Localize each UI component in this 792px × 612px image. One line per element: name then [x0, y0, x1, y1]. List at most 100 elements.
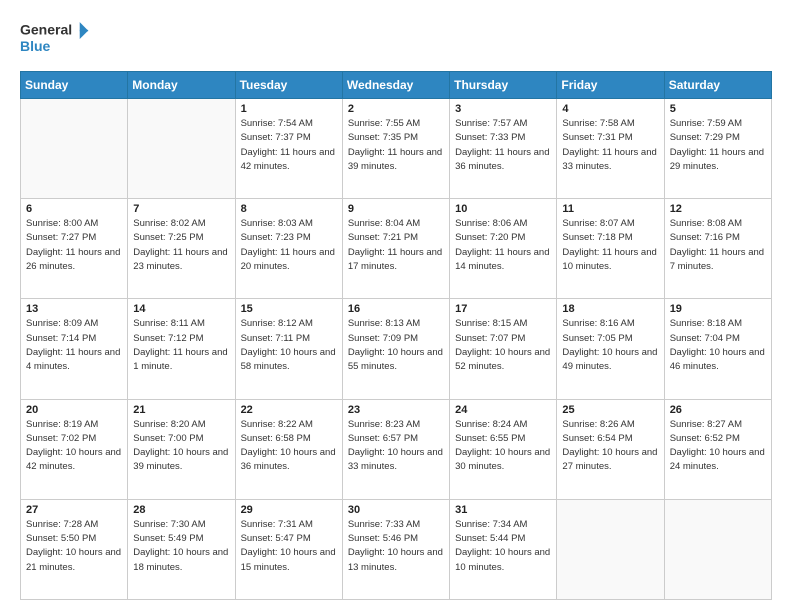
day-number: 25	[562, 404, 658, 416]
calendar-cell	[21, 99, 128, 199]
day-info: Sunrise: 8:18 AMSunset: 7:04 PMDaylight:…	[670, 317, 766, 374]
calendar-cell: 6 Sunrise: 8:00 AMSunset: 7:27 PMDaylight…	[21, 199, 128, 299]
calendar-cell: 18 Sunrise: 8:16 AMSunset: 7:05 PMDayligh…	[557, 299, 664, 399]
header-wednesday: Wednesday	[342, 72, 449, 99]
calendar-cell: 31Sunrise: 7:34 AMSunset: 5:44 PMDayligh…	[450, 499, 557, 599]
header-tuesday: Tuesday	[235, 72, 342, 99]
calendar-cell: 11Sunrise: 8:07 AMSunset: 7:18 PMDayligh…	[557, 199, 664, 299]
calendar-cell: 13 Sunrise: 8:09 AMSunset: 7:14 PMDayligh…	[21, 299, 128, 399]
calendar-table: SundayMondayTuesdayWednesdayThursdayFrid…	[20, 71, 772, 600]
day-number: 6	[26, 203, 122, 215]
week-row-3: 13 Sunrise: 8:09 AMSunset: 7:14 PMDayligh…	[21, 299, 772, 399]
calendar-cell: 2 Sunrise: 7:55 AMSunset: 7:35 PMDaylight…	[342, 99, 449, 199]
day-info: Sunrise: 7:31 AMSunset: 5:47 PMDaylight:…	[241, 518, 337, 575]
calendar-cell: 27 Sunrise: 7:28 AMSunset: 5:50 PMDayligh…	[21, 499, 128, 599]
header: General Blue	[20, 16, 772, 61]
calendar-cell: 5Sunrise: 7:59 AMSunset: 7:29 PMDaylight…	[664, 99, 771, 199]
calendar-cell: 24 Sunrise: 8:24 AMSunset: 6:55 PMDayligh…	[450, 399, 557, 499]
day-number: 20	[26, 404, 122, 416]
day-info: Sunrise: 8:26 AMSunset: 6:54 PMDaylight:…	[562, 418, 658, 475]
day-number: 12	[670, 203, 766, 215]
day-number: 7	[133, 203, 229, 215]
calendar-cell: 20Sunrise: 8:19 AMSunset: 7:02 PMDayligh…	[21, 399, 128, 499]
week-row-5: 27 Sunrise: 7:28 AMSunset: 5:50 PMDayligh…	[21, 499, 772, 599]
day-number: 15	[241, 303, 337, 315]
day-number: 1	[241, 103, 337, 115]
day-number: 8	[241, 203, 337, 215]
day-info: Sunrise: 8:00 AMSunset: 7:27 PMDaylight:…	[26, 217, 122, 274]
calendar-cell: 17 Sunrise: 8:15 AMSunset: 7:07 PMDayligh…	[450, 299, 557, 399]
day-number: 19	[670, 303, 766, 315]
page: General Blue SundayMondayTuesdayWednesda…	[0, 0, 792, 612]
day-number: 14	[133, 303, 229, 315]
header-monday: Monday	[128, 72, 235, 99]
day-number: 18	[562, 303, 658, 315]
calendar-cell	[557, 499, 664, 599]
calendar-cell: 15 Sunrise: 8:12 AMSunset: 7:11 PMDayligh…	[235, 299, 342, 399]
day-info: Sunrise: 7:28 AMSunset: 5:50 PMDaylight:…	[26, 518, 122, 575]
day-number: 9	[348, 203, 444, 215]
day-number: 26	[670, 404, 766, 416]
calendar-cell: 25 Sunrise: 8:26 AMSunset: 6:54 PMDayligh…	[557, 399, 664, 499]
day-number: 3	[455, 103, 551, 115]
header-friday: Friday	[557, 72, 664, 99]
week-row-2: 6 Sunrise: 8:00 AMSunset: 7:27 PMDaylight…	[21, 199, 772, 299]
day-info: Sunrise: 7:57 AMSunset: 7:33 PMDaylight:…	[455, 117, 551, 174]
calendar-cell: 23 Sunrise: 8:23 AMSunset: 6:57 PMDayligh…	[342, 399, 449, 499]
day-number: 30	[348, 504, 444, 516]
calendar-cell: 14 Sunrise: 8:11 AMSunset: 7:12 PMDayligh…	[128, 299, 235, 399]
calendar-cell: 9 Sunrise: 8:04 AMSunset: 7:21 PMDaylight…	[342, 199, 449, 299]
day-info: Sunrise: 8:06 AMSunset: 7:20 PMDaylight:…	[455, 217, 551, 274]
day-info: Sunrise: 8:27 AMSunset: 6:52 PMDaylight:…	[670, 418, 766, 475]
day-number: 17	[455, 303, 551, 315]
day-info: Sunrise: 8:20 AMSunset: 7:00 PMDaylight:…	[133, 418, 229, 475]
day-info: Sunrise: 7:54 AMSunset: 7:37 PMDaylight:…	[241, 117, 337, 174]
week-row-4: 20Sunrise: 8:19 AMSunset: 7:02 PMDayligh…	[21, 399, 772, 499]
day-info: Sunrise: 8:11 AMSunset: 7:12 PMDaylight:…	[133, 317, 229, 374]
logo-svg: General Blue	[20, 16, 90, 61]
day-info: Sunrise: 8:02 AMSunset: 7:25 PMDaylight:…	[133, 217, 229, 274]
day-number: 29	[241, 504, 337, 516]
day-info: Sunrise: 8:23 AMSunset: 6:57 PMDaylight:…	[348, 418, 444, 475]
day-number: 5	[670, 103, 766, 115]
day-info: Sunrise: 8:24 AMSunset: 6:55 PMDaylight:…	[455, 418, 551, 475]
calendar-cell: 7 Sunrise: 8:02 AMSunset: 7:25 PMDaylight…	[128, 199, 235, 299]
day-number: 2	[348, 103, 444, 115]
day-number: 24	[455, 404, 551, 416]
day-info: Sunrise: 8:16 AMSunset: 7:05 PMDaylight:…	[562, 317, 658, 374]
day-number: 13	[26, 303, 122, 315]
header-saturday: Saturday	[664, 72, 771, 99]
calendar-cell: 3 Sunrise: 7:57 AMSunset: 7:33 PMDaylight…	[450, 99, 557, 199]
day-info: Sunrise: 8:15 AMSunset: 7:07 PMDaylight:…	[455, 317, 551, 374]
calendar-cell: 28 Sunrise: 7:30 AMSunset: 5:49 PMDayligh…	[128, 499, 235, 599]
day-info: Sunrise: 8:22 AMSunset: 6:58 PMDaylight:…	[241, 418, 337, 475]
day-info: Sunrise: 7:55 AMSunset: 7:35 PMDaylight:…	[348, 117, 444, 174]
day-number: 31	[455, 504, 551, 516]
day-info: Sunrise: 8:09 AMSunset: 7:14 PMDaylight:…	[26, 317, 122, 374]
calendar-header-row: SundayMondayTuesdayWednesdayThursdayFrid…	[21, 72, 772, 99]
calendar-cell: 10 Sunrise: 8:06 AMSunset: 7:20 PMDayligh…	[450, 199, 557, 299]
header-thursday: Thursday	[450, 72, 557, 99]
day-info: Sunrise: 8:04 AMSunset: 7:21 PMDaylight:…	[348, 217, 444, 274]
calendar-cell: 21 Sunrise: 8:20 AMSunset: 7:00 PMDayligh…	[128, 399, 235, 499]
day-number: 21	[133, 404, 229, 416]
logo: General Blue	[20, 16, 90, 61]
calendar-cell: 22Sunrise: 8:22 AMSunset: 6:58 PMDayligh…	[235, 399, 342, 499]
day-info: Sunrise: 7:33 AMSunset: 5:46 PMDaylight:…	[348, 518, 444, 575]
day-info: Sunrise: 8:13 AMSunset: 7:09 PMDaylight:…	[348, 317, 444, 374]
day-info: Sunrise: 8:08 AMSunset: 7:16 PMDaylight:…	[670, 217, 766, 274]
day-number: 28	[133, 504, 229, 516]
calendar-cell: 16Sunrise: 8:13 AMSunset: 7:09 PMDayligh…	[342, 299, 449, 399]
calendar-cell: 26 Sunrise: 8:27 AMSunset: 6:52 PMDayligh…	[664, 399, 771, 499]
calendar-cell: 1 Sunrise: 7:54 AMSunset: 7:37 PMDaylight…	[235, 99, 342, 199]
day-info: Sunrise: 7:30 AMSunset: 5:49 PMDaylight:…	[133, 518, 229, 575]
day-number: 10	[455, 203, 551, 215]
calendar-cell: 29 Sunrise: 7:31 AMSunset: 5:47 PMDayligh…	[235, 499, 342, 599]
day-info: Sunrise: 8:03 AMSunset: 7:23 PMDaylight:…	[241, 217, 337, 274]
calendar-cell: 30 Sunrise: 7:33 AMSunset: 5:46 PMDayligh…	[342, 499, 449, 599]
svg-text:General: General	[20, 21, 72, 37]
day-info: Sunrise: 8:12 AMSunset: 7:11 PMDaylight:…	[241, 317, 337, 374]
day-number: 27	[26, 504, 122, 516]
svg-text:Blue: Blue	[20, 38, 51, 54]
day-number: 23	[348, 404, 444, 416]
